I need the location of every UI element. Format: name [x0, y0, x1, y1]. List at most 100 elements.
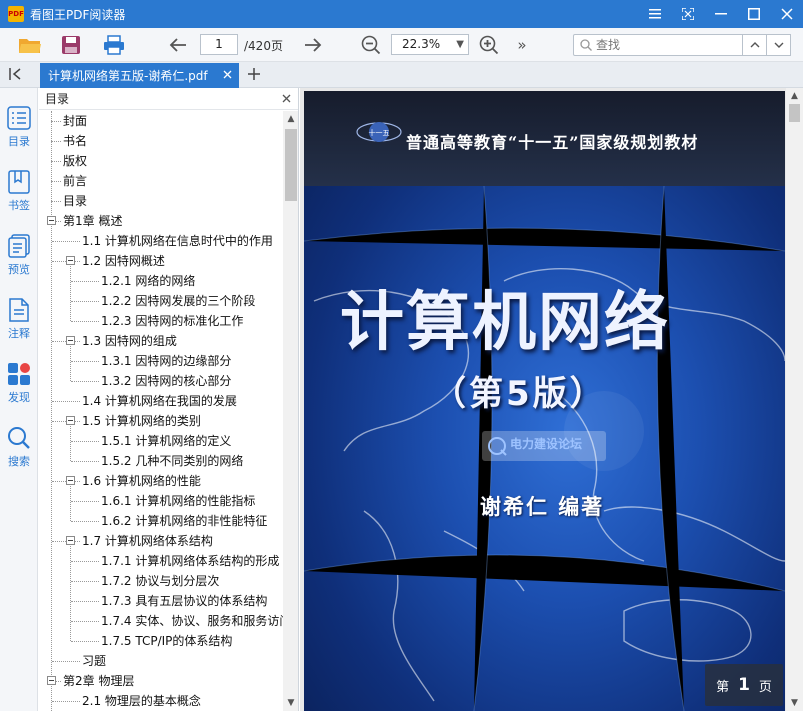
toc-item[interactable]: 1.5.1 计算机网络的定义	[101, 431, 231, 451]
zoom-in-button[interactable]	[477, 33, 501, 57]
document-scrollbar[interactable]: ▲ ▼	[786, 88, 803, 711]
tab-bar: 计算机网络第五版-谢希仁.pdf	[0, 62, 803, 88]
toc-item[interactable]: 书名	[63, 131, 87, 151]
rail-item-bookmark[interactable]: 书签	[0, 168, 38, 226]
toc-connector	[71, 521, 99, 522]
rail-item-preview[interactable]: 预览	[0, 232, 38, 290]
print-button[interactable]	[101, 33, 127, 57]
collapse-toggle-icon[interactable]	[47, 676, 56, 685]
search-input[interactable]	[596, 37, 736, 53]
toc-connector	[71, 281, 99, 282]
toc-item[interactable]: 1.2.2 因特网发展的三个阶段	[101, 291, 255, 311]
rail-item-search[interactable]: 搜索	[0, 424, 38, 482]
toc-item[interactable]: 第2章 物理层	[63, 671, 134, 691]
search-icon	[580, 39, 592, 51]
toc-item[interactable]: 1.1 计算机网络在信息时代中的作用	[82, 231, 273, 251]
toc-connector	[52, 401, 80, 402]
toc-item[interactable]: 1.7.1 计算机网络体系结构的形成	[101, 551, 279, 571]
toc-scroll-thumb[interactable]	[285, 129, 297, 201]
toc-item[interactable]: 1.7 计算机网络体系结构	[82, 531, 213, 551]
search-previous-button[interactable]	[742, 34, 767, 56]
toc-item[interactable]: 前言	[63, 171, 87, 191]
close-icon	[223, 70, 232, 79]
toc-item[interactable]: 1.6 计算机网络的性能	[82, 471, 201, 491]
maximize-button[interactable]	[737, 0, 770, 28]
toc-connector	[71, 501, 99, 502]
minimize-icon	[714, 13, 727, 15]
watermark: 电力建设论坛	[482, 431, 606, 461]
previous-page-button[interactable]	[166, 33, 190, 57]
pdf-page[interactable]: 十一五 普通高等教育“十一五”国家级规划教材 计算机网络 （第5版） 电力建设论…	[304, 91, 785, 711]
collapse-toggle-icon[interactable]	[66, 416, 75, 425]
collapse-toggle-icon[interactable]	[66, 536, 75, 545]
rail-item-annotation[interactable]: 注释	[0, 296, 38, 354]
menu-button[interactable]	[638, 0, 671, 28]
toc-connector	[51, 121, 61, 122]
page-indicator-prefix: 第	[716, 679, 730, 695]
save-button[interactable]	[59, 33, 83, 57]
window-controls	[638, 0, 803, 28]
toc-item[interactable]: 1.3 因特网的组成	[82, 331, 177, 351]
rail-label-toc: 目录	[8, 135, 30, 148]
toc-item[interactable]: 习题	[82, 651, 106, 671]
scroll-down-icon[interactable]: ▼	[786, 695, 803, 711]
minimize-button[interactable]	[704, 0, 737, 28]
toc-item[interactable]: 1.5.2 几种不同类别的网络	[101, 451, 243, 471]
search-field[interactable]	[573, 34, 743, 56]
new-tab-button[interactable]	[245, 65, 263, 83]
toc-item[interactable]: 1.7.4 实体、协议、服务和服务访问	[101, 611, 283, 631]
toc-item[interactable]: 1.7.5 TCP/IP的体系结构	[101, 631, 232, 651]
fullscreen-button[interactable]	[671, 0, 704, 28]
collapse-toggle-icon[interactable]	[47, 216, 56, 225]
toc-item[interactable]: 第1章 概述	[63, 211, 122, 231]
collapse-toggle-icon[interactable]	[66, 256, 75, 265]
document-tab[interactable]: 计算机网络第五版-谢希仁.pdf	[40, 63, 239, 88]
next-page-button[interactable]	[301, 33, 325, 57]
toc-connector	[51, 201, 61, 202]
toc-connector	[71, 461, 99, 462]
scroll-down-icon[interactable]: ▼	[283, 695, 298, 711]
toc-item[interactable]: 版权	[63, 151, 87, 171]
toc-item[interactable]: 1.2.1 网络的网络	[101, 271, 195, 291]
toc-item[interactable]: 1.4 计算机网络在我国的发展	[82, 391, 237, 411]
toc-item[interactable]: 1.2.3 因特网的标准化工作	[101, 311, 243, 331]
open-file-button[interactable]	[17, 33, 43, 57]
toc-item[interactable]: 1.5 计算机网络的类别	[82, 411, 201, 431]
toc-item[interactable]: 1.2 因特网概述	[82, 251, 165, 271]
fullscreen-icon	[681, 8, 694, 20]
close-button[interactable]	[770, 0, 803, 28]
bookmark-icon	[8, 170, 30, 194]
thumbnails-icon	[8, 234, 30, 258]
toc-item[interactable]: 1.6.2 计算机网络的非性能特征	[101, 511, 267, 531]
page-number-input[interactable]: 1	[200, 34, 238, 55]
hamburger-icon	[648, 9, 661, 19]
toc-item[interactable]: 1.6.1 计算机网络的性能指标	[101, 491, 255, 511]
toc-connector	[71, 381, 99, 382]
toc-item[interactable]: 目录	[63, 191, 87, 211]
search-next-button[interactable]	[766, 34, 791, 56]
document-scroll-thumb[interactable]	[789, 104, 800, 122]
toc-connector	[71, 361, 99, 362]
collapse-toggle-icon[interactable]	[66, 476, 75, 485]
toc-item[interactable]: 1.7.3 具有五层协议的体系结构	[101, 591, 267, 611]
more-tools-button[interactable]: »	[512, 33, 532, 57]
rail-item-toc[interactable]: 目录	[0, 104, 38, 162]
scroll-up-icon[interactable]: ▲	[786, 88, 803, 104]
cover-edition: （第5版）	[432, 374, 607, 414]
rail-item-discover[interactable]: 发现	[0, 360, 38, 418]
toc-scrollbar[interactable]: ▲ ▼	[283, 111, 298, 711]
scroll-up-icon[interactable]: ▲	[283, 111, 298, 127]
tab-close-button[interactable]	[223, 68, 232, 82]
page-indicator: 第 1 页	[705, 664, 783, 706]
toc-item[interactable]: 2.1 物理层的基本概念	[82, 691, 201, 711]
zoom-out-button[interactable]	[359, 33, 383, 57]
collapse-toggle-icon[interactable]	[66, 336, 75, 345]
toc-item[interactable]: 1.7.2 协议与划分层次	[101, 571, 219, 591]
zoom-select[interactable]: 22.3% ▼	[391, 34, 469, 55]
page-indicator-number: 1	[738, 675, 750, 695]
toc-close-button[interactable]	[282, 88, 291, 110]
collapse-sidebar-button[interactable]	[8, 67, 28, 83]
toc-item[interactable]: 1.3.2 因特网的核心部分	[101, 371, 231, 391]
toc-item[interactable]: 封面	[63, 111, 87, 131]
toc-item[interactable]: 1.3.1 因特网的边缘部分	[101, 351, 231, 371]
